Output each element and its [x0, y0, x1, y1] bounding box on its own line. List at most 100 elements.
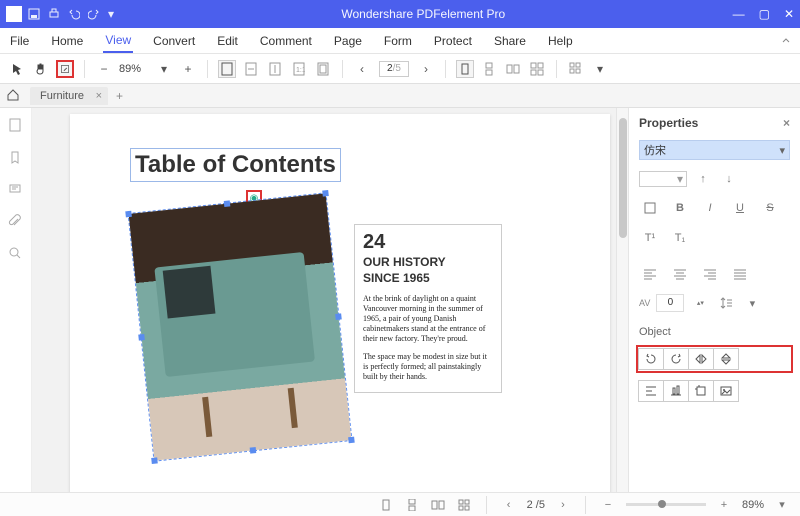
crop-icon[interactable]: [688, 380, 714, 402]
actual-size-icon[interactable]: 1:1: [290, 60, 308, 78]
bookmarks-panel-icon[interactable]: [8, 150, 24, 166]
main-area: Table of Contents ◉ 24 OUR HISTORY SINCE…: [0, 108, 800, 492]
align-left-icon[interactable]: [639, 264, 661, 284]
font-color-icon[interactable]: [639, 198, 661, 218]
status-continuous-icon[interactable]: [404, 498, 420, 512]
menu-form[interactable]: Form: [382, 30, 414, 52]
rotate-left-icon[interactable]: [638, 348, 664, 370]
print-icon[interactable]: [48, 8, 60, 20]
rotate-right-icon[interactable]: [663, 348, 689, 370]
superscript-icon[interactable]: T¹: [639, 228, 661, 248]
menu-protect[interactable]: Protect: [432, 30, 474, 52]
fit-visible-icon[interactable]: [314, 60, 332, 78]
align-objects-icon[interactable]: [638, 380, 664, 402]
continuous-page-icon[interactable]: [480, 60, 498, 78]
fit-height-icon[interactable]: [266, 60, 284, 78]
redo-icon[interactable]: [88, 8, 100, 20]
line-spacing-icon[interactable]: [716, 294, 736, 312]
article-headline-1: OUR HISTORY: [363, 256, 493, 270]
zoom-slider-knob[interactable]: [658, 500, 666, 508]
line-spacing-dropdown-icon[interactable]: ▾: [742, 294, 762, 312]
document-canvas[interactable]: Table of Contents ◉ 24 OUR HISTORY SINCE…: [32, 108, 616, 492]
menu-home[interactable]: Home: [49, 30, 85, 52]
close-tab-icon[interactable]: ×: [96, 90, 102, 102]
thumbnail-view-icon[interactable]: [567, 60, 585, 78]
toc-heading[interactable]: Table of Contents: [130, 148, 341, 182]
document-tab[interactable]: Furniture ×: [30, 87, 108, 105]
status-page-text: 2 /5: [527, 499, 545, 511]
home-tab-icon[interactable]: [6, 88, 22, 104]
pdf-page: Table of Contents ◉ 24 OUR HISTORY SINCE…: [70, 114, 610, 492]
fit-width-icon[interactable]: [242, 60, 260, 78]
edit-object-tool-icon[interactable]: [56, 60, 74, 78]
next-page-button[interactable]: ›: [417, 60, 435, 78]
status-two-page-icon[interactable]: [430, 498, 446, 512]
thumbnails-panel-icon[interactable]: [8, 118, 24, 134]
selected-image[interactable]: [127, 192, 352, 462]
menu-page[interactable]: Page: [332, 30, 364, 52]
menu-convert[interactable]: Convert: [151, 30, 197, 52]
app-logo-icon: [6, 6, 22, 22]
undo-icon[interactable]: [68, 8, 80, 20]
flip-horizontal-icon[interactable]: [688, 348, 714, 370]
strikethrough-icon[interactable]: S: [759, 198, 781, 218]
menu-comment[interactable]: Comment: [258, 30, 314, 52]
status-zoom-out-button[interactable]: −: [600, 498, 616, 512]
menu-file[interactable]: File: [8, 30, 31, 52]
distribute-objects-icon[interactable]: [663, 380, 689, 402]
comments-panel-icon[interactable]: [8, 182, 24, 198]
status-single-page-icon[interactable]: [378, 498, 394, 512]
subscript-icon[interactable]: T₁: [669, 228, 691, 248]
status-zoom-in-button[interactable]: +: [716, 498, 732, 512]
save-icon[interactable]: [28, 8, 40, 20]
underline-icon[interactable]: U: [729, 198, 751, 218]
status-zoom-dropdown-icon[interactable]: ▾: [774, 498, 790, 512]
status-grid-icon[interactable]: [456, 498, 472, 512]
menu-help[interactable]: Help: [546, 30, 575, 52]
new-tab-button[interactable]: +: [116, 89, 123, 103]
menu-edit[interactable]: Edit: [215, 30, 240, 52]
status-zoom-text: 89%: [742, 499, 764, 511]
close-panel-icon[interactable]: ×: [783, 116, 790, 130]
hand-tool-icon[interactable]: [32, 60, 50, 78]
prev-page-button[interactable]: ‹: [353, 60, 371, 78]
close-button[interactable]: ✕: [784, 7, 794, 21]
zoom-in-button[interactable]: +: [179, 60, 197, 78]
align-justify-icon[interactable]: [729, 264, 751, 284]
single-page-icon[interactable]: [456, 60, 474, 78]
maximize-button[interactable]: ▢: [759, 7, 770, 21]
replace-image-icon[interactable]: [713, 380, 739, 402]
spacing-stepper-icon[interactable]: ▴▾: [690, 294, 710, 312]
increase-font-icon[interactable]: ↑: [693, 170, 713, 188]
article-text-block[interactable]: 24 OUR HISTORY SINCE 1965 At the brink o…: [354, 224, 502, 393]
two-page-icon[interactable]: [504, 60, 522, 78]
align-right-icon[interactable]: [699, 264, 721, 284]
italic-icon[interactable]: I: [699, 198, 721, 218]
scrollbar-thumb[interactable]: [619, 118, 627, 238]
pointer-tool-icon[interactable]: [8, 60, 26, 78]
zoom-dropdown-icon[interactable]: ▾: [155, 60, 173, 78]
zoom-slider[interactable]: [626, 503, 706, 506]
zoom-out-button[interactable]: −: [95, 60, 113, 78]
two-page-continuous-icon[interactable]: [528, 60, 546, 78]
menu-share[interactable]: Share: [492, 30, 528, 52]
attachments-panel-icon[interactable]: [8, 214, 24, 230]
minimize-button[interactable]: —: [733, 7, 745, 21]
vertical-scrollbar[interactable]: [616, 108, 628, 492]
thumbnail-dropdown-icon[interactable]: ▾: [591, 60, 609, 78]
decrease-font-icon[interactable]: ↓: [719, 170, 739, 188]
char-spacing-field[interactable]: 0: [656, 294, 684, 312]
flip-vertical-icon[interactable]: [713, 348, 739, 370]
status-prev-page-button[interactable]: ‹: [501, 498, 517, 512]
align-center-icon[interactable]: [669, 264, 691, 284]
search-panel-icon[interactable]: [8, 246, 24, 262]
status-next-page-button[interactable]: ›: [555, 498, 571, 512]
menu-view[interactable]: View: [103, 29, 133, 53]
collapse-ribbon-icon[interactable]: [780, 35, 792, 47]
bold-icon[interactable]: B: [669, 198, 691, 218]
object-transform-row: [639, 348, 790, 370]
page-number-field[interactable]: 2/5: [379, 61, 409, 77]
font-family-select[interactable]: 仿宋▾: [639, 140, 790, 160]
font-size-select[interactable]: ▾: [639, 171, 687, 187]
fit-page-icon[interactable]: [218, 60, 236, 78]
